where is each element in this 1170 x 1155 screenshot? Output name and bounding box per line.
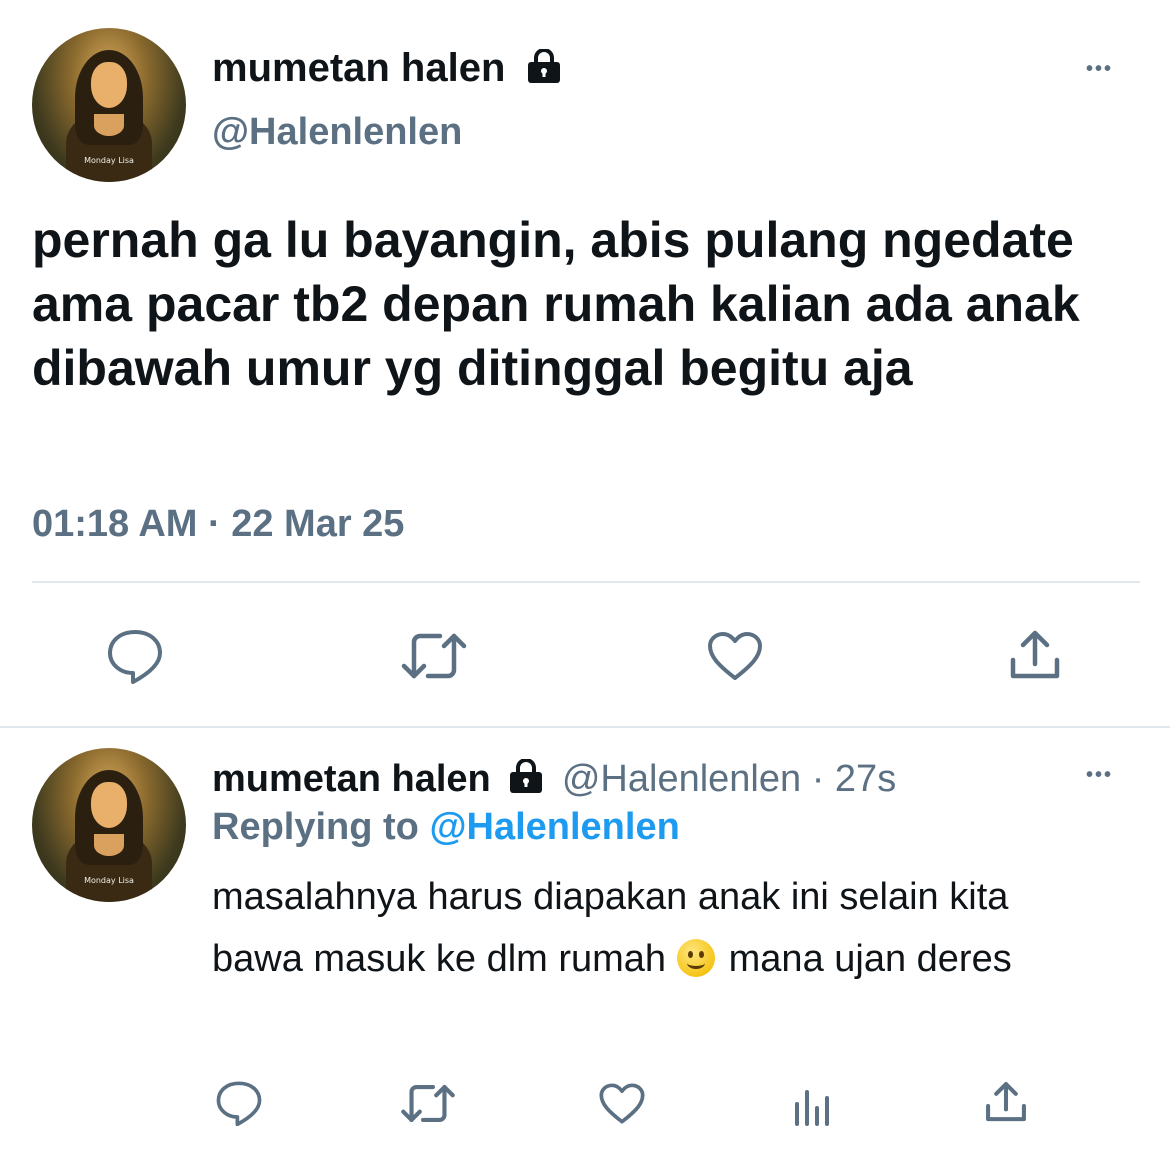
reply-display-name[interactable]: mumetan halen: [212, 758, 491, 800]
more-icon[interactable]: •••: [1086, 58, 1113, 81]
more-icon[interactable]: •••: [1086, 764, 1113, 787]
display-name-text: mumetan halen: [212, 46, 506, 90]
reply-handle[interactable]: @Halenlenlen: [562, 758, 801, 800]
avatar-figure-face: [90, 61, 128, 109]
avatar-figure-chest: [93, 114, 125, 136]
replying-to-handle[interactable]: @Halenlenlen: [429, 806, 679, 848]
avatar-figure-chest: [93, 834, 125, 856]
avatar-figure-face: [90, 781, 128, 829]
tweet-text: pernah ga lu bayangin, abis pulang ngeda…: [32, 212, 1080, 396]
tweet-time: 01:18 AM: [32, 503, 198, 545]
avatar[interactable]: Monday Lisa: [32, 28, 186, 182]
timestamp-separator: ·: [208, 503, 221, 545]
reply-text-part2: mana ujan deres: [728, 938, 1012, 980]
display-name[interactable]: mumetan halen: [212, 44, 563, 92]
lock-icon: [525, 49, 563, 83]
lock-icon: [507, 759, 545, 793]
avatar-caption: Monday Lisa: [84, 156, 134, 165]
avatar-caption: Monday Lisa: [84, 876, 134, 885]
like-icon[interactable]: [706, 630, 764, 682]
replying-to-label: Replying to: [212, 806, 419, 848]
reply-icon[interactable]: [215, 1080, 263, 1126]
replying-to: Replying to @Halenlenlen: [212, 804, 680, 850]
tweet-date: 22 Mar 25: [231, 503, 405, 545]
retweet-icon[interactable]: [400, 1082, 456, 1125]
reply-separator: ·: [811, 758, 825, 800]
reply-icon[interactable]: [106, 628, 164, 684]
like-icon[interactable]: [598, 1082, 646, 1125]
section-divider: [0, 726, 1170, 728]
reply-avatar[interactable]: Monday Lisa: [32, 748, 186, 902]
reply-header: mumetan halen @Halenlenlen · 27s: [212, 756, 896, 802]
handle[interactable]: @Halenlenlen: [212, 108, 462, 156]
share-icon[interactable]: [1008, 628, 1062, 682]
retweet-icon[interactable]: [400, 630, 468, 682]
divider: [32, 581, 1140, 583]
tweet-timestamp[interactable]: 01:18 AM · 22 Mar 25: [32, 500, 404, 548]
reply-age[interactable]: 27s: [835, 758, 896, 800]
share-icon[interactable]: [984, 1080, 1028, 1124]
reply-text: masalahnya harus diapakan anak ini selai…: [212, 866, 1102, 990]
analytics-icon[interactable]: [792, 1084, 834, 1126]
smile-emoji-icon: [676, 939, 715, 977]
